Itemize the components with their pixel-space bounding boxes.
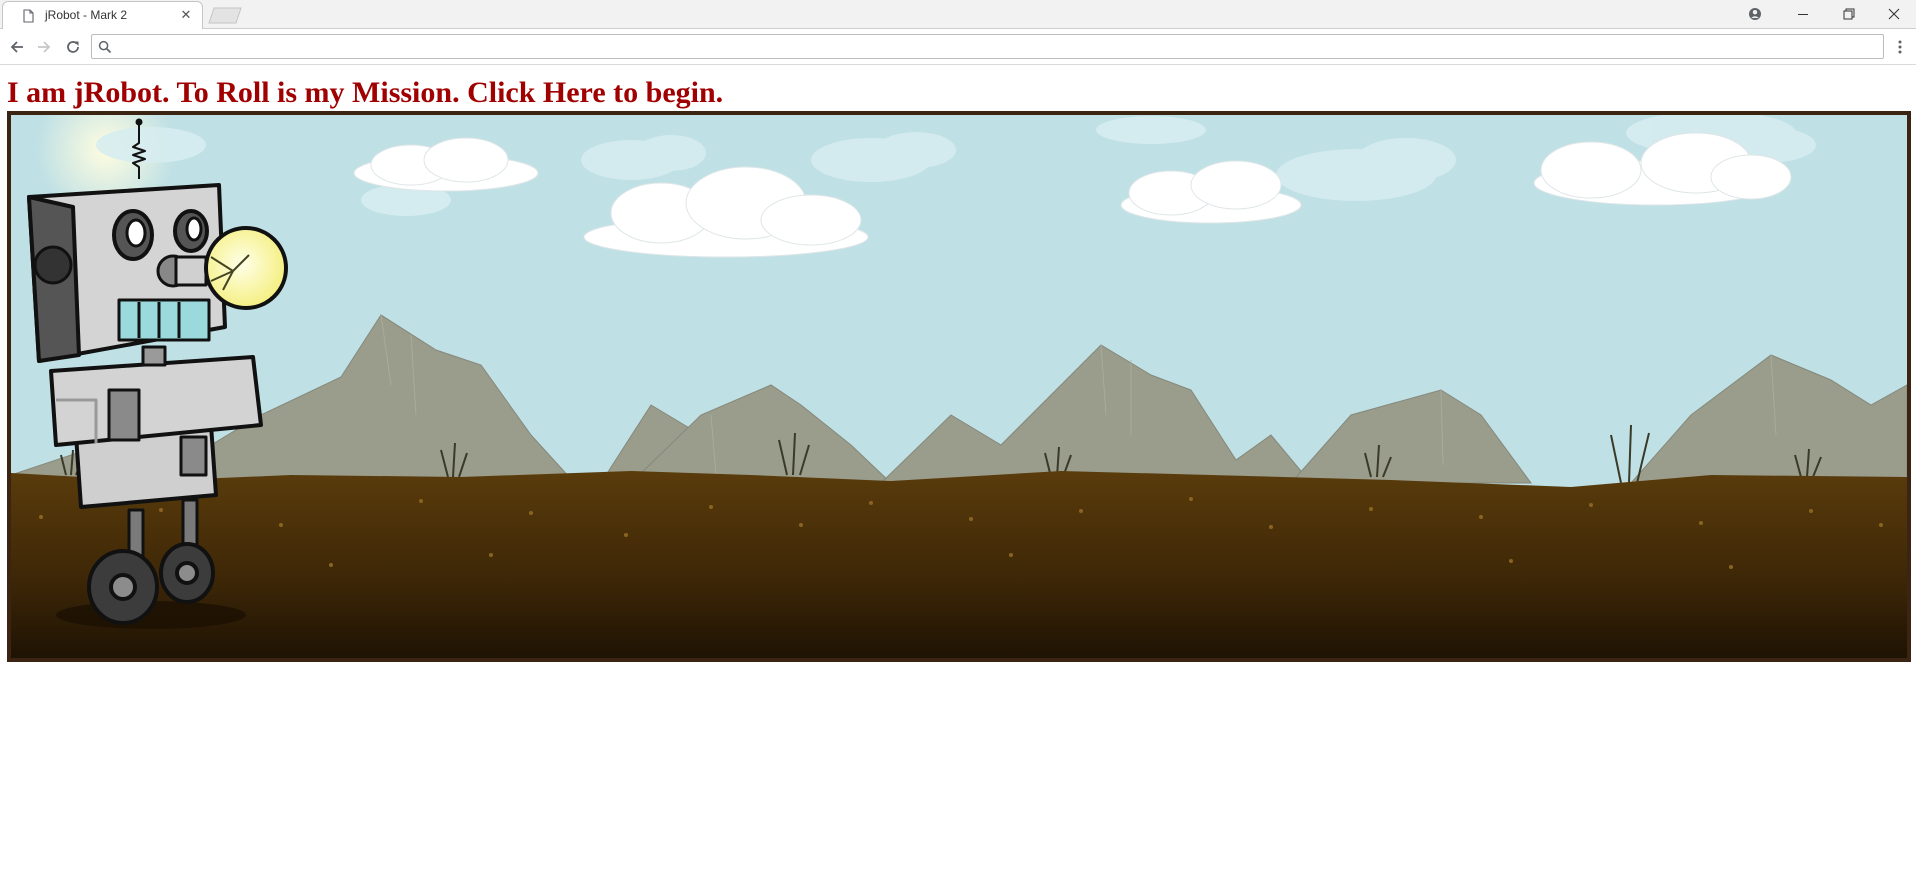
robot-banner[interactable] [7, 111, 1911, 662]
close-icon[interactable] [1871, 0, 1916, 28]
browser-toolbar [0, 29, 1916, 65]
address-input[interactable] [120, 35, 1860, 58]
robot-landscape-illustration [11, 115, 1907, 658]
ground [11, 471, 1907, 658]
tab-close-icon[interactable]: ✕ [178, 8, 194, 24]
page-icon [23, 9, 34, 23]
forward-arrow-icon[interactable] [32, 35, 56, 59]
restore-icon[interactable] [1826, 0, 1871, 28]
more-vert-icon[interactable] [1890, 35, 1910, 59]
robot-lightbulb [204, 226, 288, 310]
tab-title: jRobot - Mark 2 [45, 8, 128, 22]
minimize-icon[interactable] [1780, 0, 1825, 28]
start-link-heading[interactable]: I am jRobot. To Roll is my Mission. Clic… [7, 74, 723, 112]
back-arrow-icon[interactable] [5, 35, 29, 59]
browser-tab[interactable]: jRobot - Mark 2 ✕ [2, 1, 203, 29]
reload-icon[interactable] [61, 35, 85, 59]
search-icon [98, 40, 112, 54]
tab-strip: jRobot - Mark 2 ✕ [0, 0, 1916, 29]
robot-speaker [33, 245, 73, 285]
new-tab-button[interactable] [208, 7, 242, 24]
robot-mouth [117, 298, 211, 342]
account-icon[interactable] [1732, 0, 1777, 28]
address-bar[interactable] [91, 34, 1884, 59]
